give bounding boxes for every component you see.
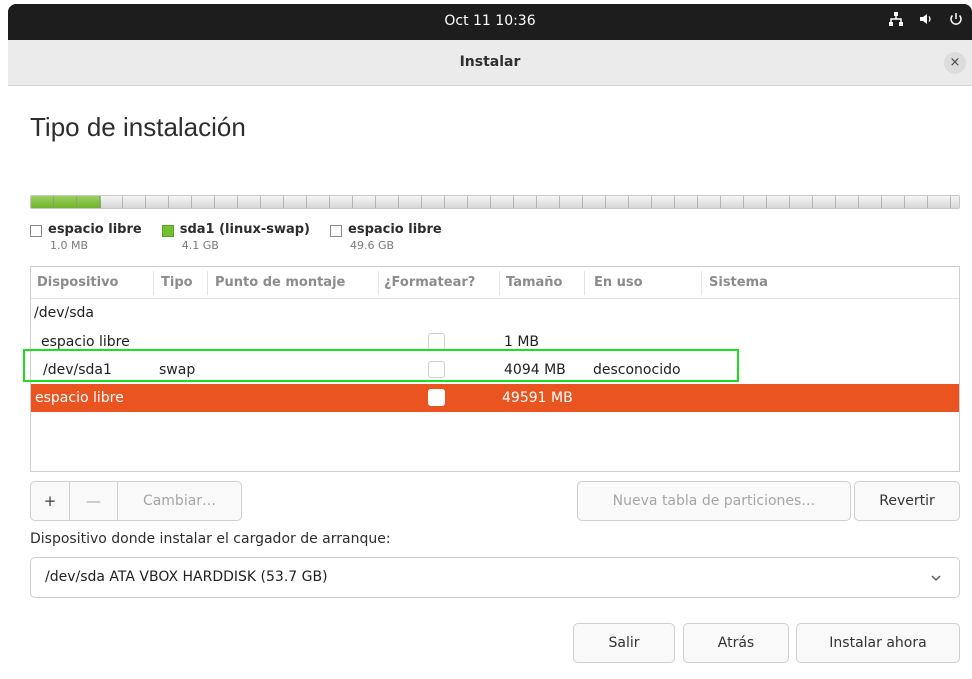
- change-partition-button[interactable]: Cambiar…: [118, 482, 241, 520]
- column-header-type[interactable]: Tipo: [161, 275, 193, 290]
- page-title: Tipo de instalación: [30, 112, 246, 142]
- legend-name: sda1 (linux-swap): [179, 222, 311, 237]
- legend-swatch: [161, 225, 174, 237]
- top-bar: Oct 11 10:36: [0, 0, 972, 40]
- chevron-down-icon: [929, 570, 943, 589]
- partition-bar: [30, 195, 960, 209]
- quit-button[interactable]: Salir: [573, 623, 675, 663]
- revert-button[interactable]: Revertir: [854, 481, 960, 521]
- partition-bar-ticks: [31, 196, 959, 208]
- table-row-selected[interactable]: espacio libre 49591 MB: [31, 384, 959, 412]
- format-checkbox[interactable]: [428, 389, 445, 406]
- back-button[interactable]: Atrás: [683, 623, 789, 663]
- row-highlight-box: [23, 349, 739, 382]
- column-divider: [499, 271, 500, 295]
- column-header-size[interactable]: Tamaño: [506, 275, 562, 290]
- add-partition-button[interactable]: +: [31, 482, 69, 520]
- cell-size: 49591 MB: [502, 390, 573, 406]
- new-partition-table-button[interactable]: Nueva tabla de particiones…: [577, 481, 851, 521]
- plus-icon: +: [43, 492, 57, 510]
- network-icon[interactable]: [888, 11, 904, 27]
- top-bar-panel: Oct 11 10:36: [8, 4, 972, 40]
- column-divider: [207, 271, 208, 295]
- format-checkbox[interactable]: [428, 333, 445, 350]
- bootloader-device-select[interactable]: /dev/sda ATA VBOX HARDDISK (53.7 GB): [30, 557, 960, 598]
- table-row-disk[interactable]: /dev/sda: [31, 299, 959, 327]
- clock[interactable]: Oct 11 10:36: [8, 13, 972, 29]
- column-divider: [701, 271, 702, 295]
- cell-device: /dev/sda: [34, 305, 94, 321]
- remove-partition-button[interactable]: —: [70, 482, 117, 520]
- cell-size: 1 MB: [504, 334, 540, 350]
- legend-swatch: [30, 225, 42, 237]
- legend-item-free-1: espacio libre 1.0 MB: [30, 222, 142, 252]
- bootloader-device-value: /dev/sda ATA VBOX HARDDISK (53.7 GB): [45, 569, 328, 585]
- legend-item-free-2: espacio libre 49.6 GB: [330, 222, 442, 252]
- partition-action-group: + — Cambiar…: [30, 481, 242, 521]
- column-header-system[interactable]: Sistema: [709, 275, 768, 290]
- power-icon[interactable]: [948, 11, 964, 27]
- close-button[interactable]: ×: [944, 52, 966, 74]
- column-header-format[interactable]: ¿Formatear?: [384, 275, 475, 290]
- column-header-mount[interactable]: Punto de montaje: [215, 275, 345, 290]
- legend-size: 49.6 GB: [350, 239, 395, 252]
- legend-size: 1.0 MB: [50, 239, 89, 252]
- window-title: Instalar: [459, 54, 521, 70]
- system-tray[interactable]: [888, 11, 964, 27]
- column-divider: [153, 271, 154, 295]
- column-divider: [378, 271, 379, 295]
- minus-icon: —: [86, 492, 101, 510]
- legend-swatch: [330, 225, 343, 237]
- cell-device: espacio libre: [35, 390, 124, 406]
- column-header-used[interactable]: En uso: [594, 275, 643, 290]
- cell-device: espacio libre: [41, 334, 130, 350]
- install-now-button[interactable]: Instalar ahora: [796, 623, 960, 663]
- bootloader-label: Dispositivo donde instalar el cargador d…: [30, 531, 391, 547]
- volume-icon[interactable]: [918, 11, 934, 27]
- close-icon: ×: [949, 55, 961, 70]
- partition-legend: espacio libre 1.0 MB sda1 (linux-swap) 4…: [30, 222, 442, 252]
- legend-name: espacio libre: [48, 222, 142, 237]
- legend-size: 4.1 GB: [181, 239, 219, 252]
- table-header: Dispositivo Tipo Punto de montaje ¿Forma…: [31, 267, 959, 299]
- legend-item-swap: sda1 (linux-swap) 4.1 GB: [161, 222, 311, 252]
- window-header: Instalar ×: [8, 40, 972, 86]
- column-divider: [584, 271, 585, 295]
- legend-name: espacio libre: [348, 222, 442, 237]
- column-header-device[interactable]: Dispositivo: [37, 275, 119, 290]
